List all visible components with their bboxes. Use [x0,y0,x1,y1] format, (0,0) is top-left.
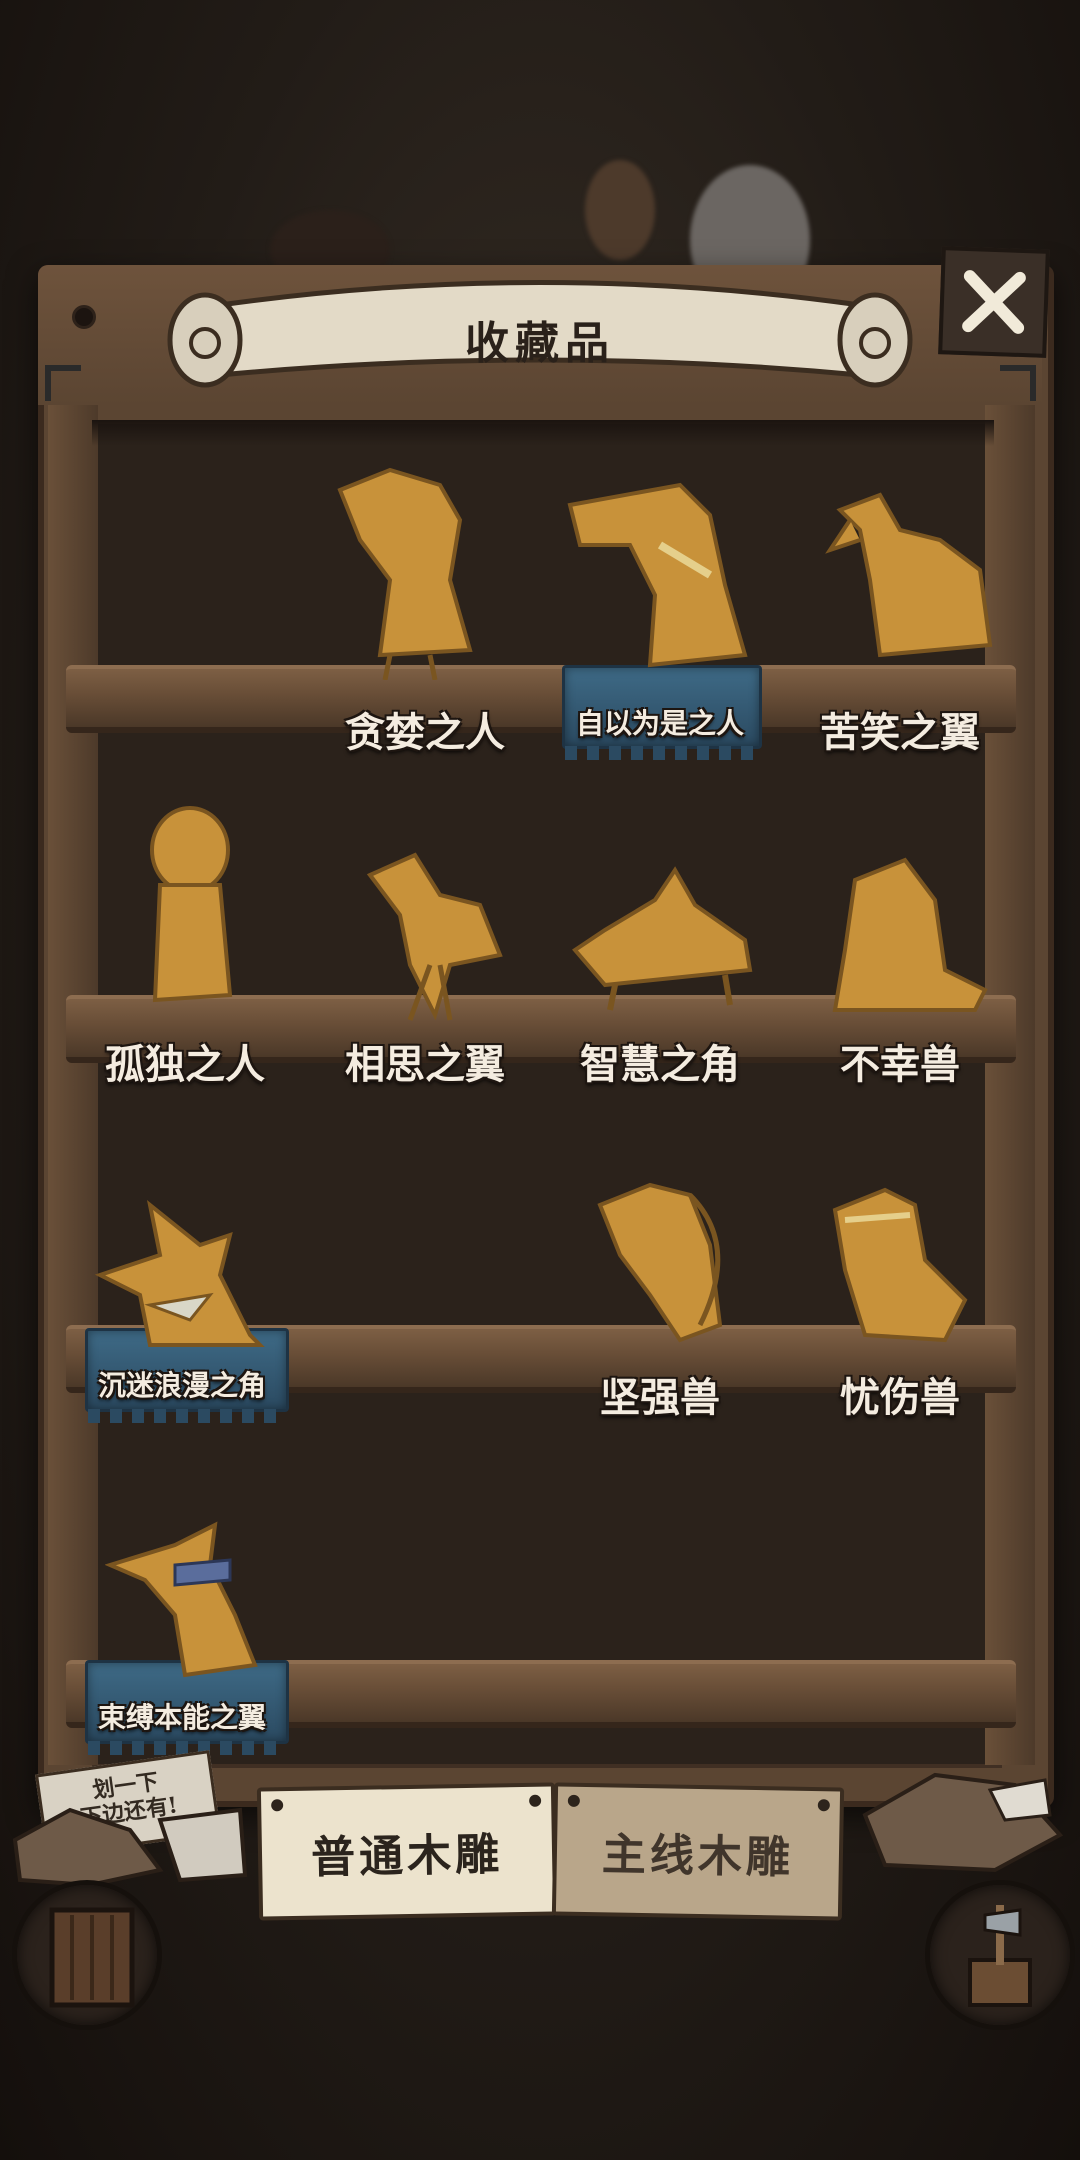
figurine-label: 孤独之人 [105,1041,265,1088]
figurine-lonely-person[interactable] [110,790,330,1040]
figurine-label: 束缚本能之翼 [97,1701,266,1734]
figurine-label: 坚强兽 [600,1374,720,1421]
close-x-icon [962,270,1026,334]
figurine-greedy-man[interactable] [320,430,540,680]
door-icon [49,1907,135,2008]
frame-screw [72,305,96,329]
background-owl-shape [585,160,655,260]
corner-bracket-left [45,365,81,401]
page-title: 收藏品 [465,318,615,369]
pin [529,1794,542,1807]
tab-label: 主线木雕 [601,1828,795,1884]
axe-button[interactable] [925,1880,1075,2030]
figurine-label: 不幸兽 [840,1041,960,1088]
pin [567,1794,580,1807]
figurine-label: 自以为是之人 [575,707,744,740]
figurine-label: 忧伤兽 [840,1374,960,1421]
pin [271,1799,284,1812]
title-scroll: 收藏品 [160,265,920,395]
tab-normal-carving[interactable]: 普通木雕 [256,1782,558,1921]
rock-pile-left [12,1807,248,1888]
figurine-arrogant-man[interactable] [560,425,780,675]
figurine-longing-wing[interactable] [340,815,560,1065]
pin [817,1799,830,1812]
figurine-label: 苦笑之翼 [820,709,980,756]
figurine-label: 沉迷浪漫之角 [97,1369,266,1402]
figurine-label: 相思之翼 [345,1041,505,1088]
figurine-bitter-smile-wing[interactable] [820,430,1040,680]
figurine-label: 智慧之角 [580,1041,740,1088]
close-button[interactable] [938,246,1050,358]
tab-main-carving[interactable]: 主线木雕 [551,1782,845,1921]
axe-icon [968,1905,1032,2007]
figurine-label: 贪婪之人 [345,709,505,756]
corner-bracket-right [1000,365,1036,401]
rock-pile-right [862,1772,1064,1873]
door-button[interactable] [12,1880,162,2030]
tab-label: 普通木雕 [310,1828,504,1884]
